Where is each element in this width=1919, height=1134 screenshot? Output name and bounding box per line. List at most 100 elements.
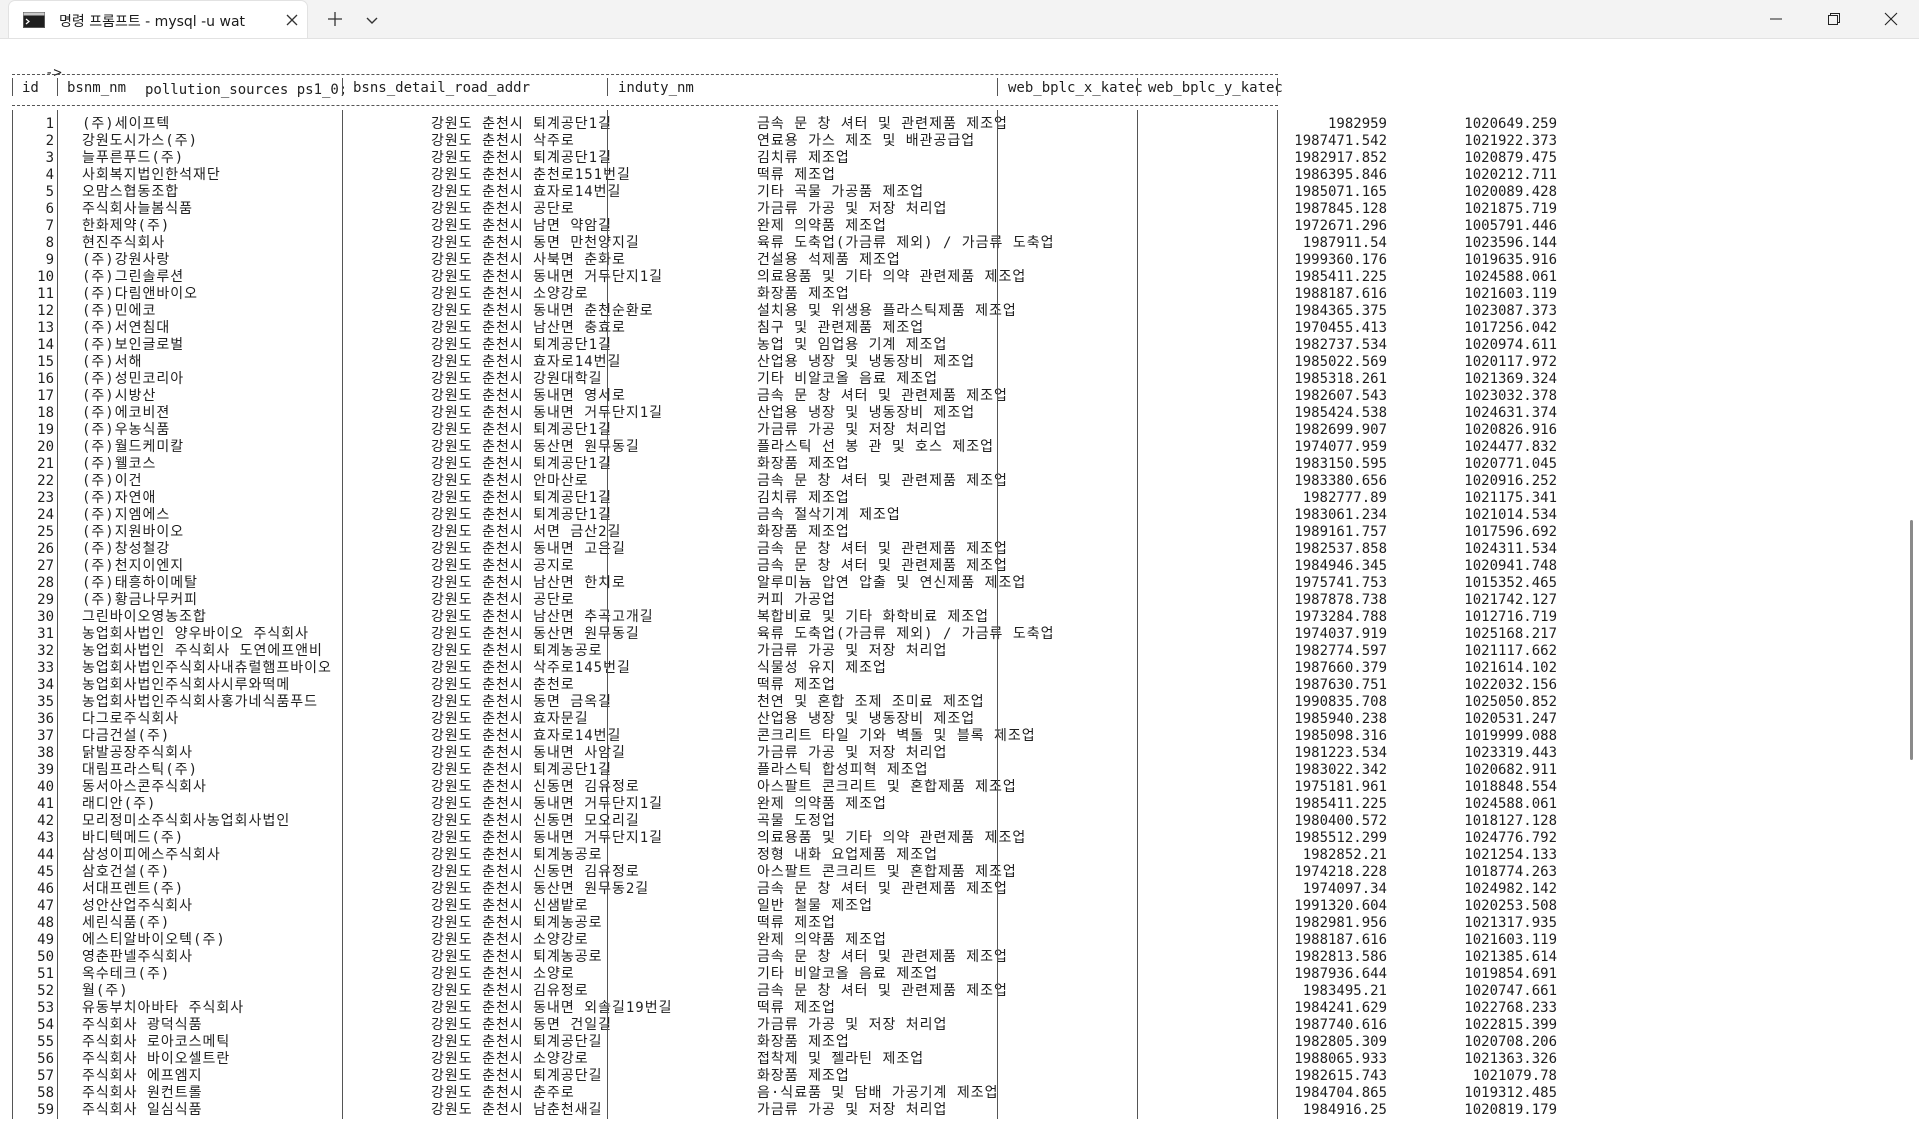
cell-x-katec: 1987911.54 [1302, 235, 1387, 251]
table-column-separator [997, 110, 998, 1119]
cell-road-addr: 강원도 춘천시 소양강로 [431, 286, 589, 302]
cell-y-katec: 1020974.611 [1464, 337, 1557, 353]
table-row: 59 주식회사 일심식품 강원도 춘천시 남춘천새길 가금류 가공 및 저장 처리업 1… [12, 1102, 1572, 1119]
cell-x-katec: 1981223.534 [1294, 745, 1387, 761]
cell-bsnm-nm: (주)이건 [82, 473, 143, 489]
table-column-separator [342, 110, 343, 1119]
cell-road-addr: 강원도 춘천시 동내면 영서로 [431, 388, 626, 404]
cell-x-katec: 1975741.753 [1294, 575, 1387, 591]
cell-road-addr: 강원도 춘천시 신동면 김유정로 [431, 864, 640, 880]
terminal-tab[interactable]: 명령 프롬프트 - mysql -u wat [8, 0, 308, 38]
table-column-separator [57, 110, 58, 1119]
cell-bsnm-nm: 닭발공장주식회사 [82, 745, 194, 761]
table-row: 26 (주)창성철강 강원도 춘천시 동내면 고은길 금속 문 창 셔터 및 관련제품… [12, 541, 1572, 558]
cell-id: 21 [37, 456, 54, 472]
cell-bsnm-nm: (주)태흥하이메탈 [82, 575, 199, 591]
cell-x-katec: 1983150.595 [1294, 456, 1387, 472]
cell-bsnm-nm: (주)세이프텍 [82, 116, 171, 132]
cell-id: 50 [37, 949, 54, 965]
minimize-icon [1770, 18, 1782, 20]
cell-road-addr: 강원도 춘천시 삭주로 [431, 133, 575, 149]
cell-x-katec: 1982805.309 [1294, 1034, 1387, 1050]
vertical-scrollbar[interactable] [1906, 40, 1918, 1130]
cell-y-katec: 1021254.133 [1464, 847, 1557, 863]
scrollbar-thumb[interactable] [1910, 520, 1913, 760]
cell-bsnm-nm: 그린바이오영농조합 [82, 609, 207, 625]
table-row: 48 세린식품(주) 강원도 춘천시 퇴계농공로 떡류 제조업 1982981.956 1… [12, 915, 1572, 932]
cell-id: 14 [37, 337, 54, 353]
cell-id: 59 [37, 1102, 54, 1118]
cell-bsnm-nm: 주식회사 광덕식품 [82, 1017, 203, 1033]
cell-y-katec: 1024776.792 [1464, 830, 1557, 846]
chevron-down-icon[interactable] [364, 12, 380, 28]
cell-y-katec: 1021922.373 [1464, 133, 1557, 149]
cell-bsnm-nm: (주)지엠에스 [82, 507, 171, 523]
cell-x-katec: 1988187.616 [1294, 932, 1387, 948]
cell-y-katec: 1020826.916 [1464, 422, 1557, 438]
cell-x-katec: 1985940.238 [1294, 711, 1387, 727]
console-output[interactable]: -> pollution_sources ps1_0; id bsnm_nm b… [12, 48, 1892, 1128]
cell-induty-nm: 화장품 제조업 [757, 1034, 850, 1050]
cell-y-katec: 1020682.911 [1464, 762, 1557, 778]
cell-y-katec: 1018848.554 [1464, 779, 1557, 795]
table-row: 2 강원도시가스(주) 강원도 춘천시 삭주로 연료용 가스 제조 및 배관공급업 19… [12, 133, 1572, 150]
table-row: 16 (주)성민코리아 강원도 춘천시 강원대학길 기타 비알코올 음료 제조업 198… [12, 371, 1572, 388]
cell-x-katec: 1982981.956 [1294, 915, 1387, 931]
cell-induty-nm: 완제 의약품 제조업 [757, 932, 887, 948]
cell-induty-nm: 금속 문 창 셔터 및 관련제품 제조업 [757, 558, 1008, 574]
table-row: 19 (주)우농식품 강원도 춘천시 퇴계공단1길 가금류 가공 및 저장 처리업 19… [12, 422, 1572, 439]
cell-induty-nm: 가금류 가공 및 저장 처리업 [757, 1102, 948, 1118]
cell-y-katec: 1020771.045 [1464, 456, 1557, 472]
cell-bsnm-nm: 삼성이피에스주식회사 [82, 847, 221, 863]
table-row: 54 주식회사 광덕식품 강원도 춘천시 동면 건일길 가금류 가공 및 저장 처리업… [12, 1017, 1572, 1034]
cell-road-addr: 강원도 춘천시 신동면 모오리길 [431, 813, 640, 829]
cell-id: 27 [37, 558, 54, 574]
cell-y-katec: 1018127.128 [1464, 813, 1557, 829]
cell-road-addr: 강원도 춘천시 동내면 거두단지1길 [431, 830, 664, 846]
cell-id: 9 [45, 252, 54, 268]
cell-x-katec: 1982777.89 [1302, 490, 1387, 506]
cell-id: 23 [37, 490, 54, 506]
cell-bsnm-nm: 삼호건설(주) [82, 864, 171, 880]
cell-y-katec: 1020212.711 [1464, 167, 1557, 183]
cell-induty-nm: 정형 내화 요업제품 제조업 [757, 847, 938, 863]
cell-x-katec: 1985022.569 [1294, 354, 1387, 370]
minimize-button[interactable] [1747, 0, 1805, 38]
table-row: 11 (주)다림앤바이오 강원도 춘천시 소양강로 화장품 제조업 1988187.61… [12, 286, 1572, 303]
cell-id: 42 [37, 813, 54, 829]
cell-road-addr: 강원도 춘천시 남면 약암길 [431, 218, 612, 234]
prompt-line: -> pollution_sources ps1_0; [12, 48, 347, 98]
cell-induty-nm: 떡류 제조업 [757, 167, 836, 183]
cell-bsnm-nm: (주)그린솔루션 [82, 269, 185, 285]
cell-id: 57 [37, 1068, 54, 1084]
cell-bsnm-nm: 다금건설(주) [82, 728, 171, 744]
column-header-bsnm-nm: bsnm_nm [67, 80, 127, 96]
cell-bsnm-nm: 주식회사늘봄식품 [82, 201, 194, 217]
cell-id: 29 [37, 592, 54, 608]
cell-y-katec: 1024311.534 [1464, 541, 1557, 557]
cell-id: 39 [37, 762, 54, 778]
cell-x-katec: 1982537.858 [1294, 541, 1387, 557]
cell-id: 52 [37, 983, 54, 999]
cell-bsnm-nm: 현진주식회사 [82, 235, 166, 251]
close-window-button[interactable] [1862, 0, 1919, 38]
cell-y-katec: 1023596.144 [1464, 235, 1557, 251]
new-tab-icon[interactable] [326, 10, 344, 28]
cell-bsnm-nm: (주)창성철강 [82, 541, 171, 557]
table-row: 39 대림프라스틱(주) 강원도 춘천시 퇴계공단1길 플라스틱 합성피혁 제조업 19… [12, 762, 1572, 779]
cell-id: 2 [45, 133, 54, 149]
cell-x-katec: 1985512.299 [1294, 830, 1387, 846]
cell-road-addr: 강원도 춘천시 남산면 추곡고개길 [431, 609, 654, 625]
cell-id: 13 [37, 320, 54, 336]
column-header-x-katec: web_bplc_x_katec [1008, 80, 1143, 96]
table-column-separator [607, 78, 608, 96]
cell-id: 31 [37, 626, 54, 642]
cell-id: 20 [37, 439, 54, 455]
cell-bsnm-nm: 농업회사법인주식회사내츄럴햄프바이오 [82, 660, 332, 676]
cell-induty-nm: 가금류 가공 및 저장 처리업 [757, 422, 948, 438]
close-tab-icon[interactable] [284, 12, 300, 28]
restore-button[interactable] [1805, 0, 1863, 38]
cell-id: 19 [37, 422, 54, 438]
cell-x-katec: 1983380.656 [1294, 473, 1387, 489]
cell-x-katec: 1985098.316 [1294, 728, 1387, 744]
